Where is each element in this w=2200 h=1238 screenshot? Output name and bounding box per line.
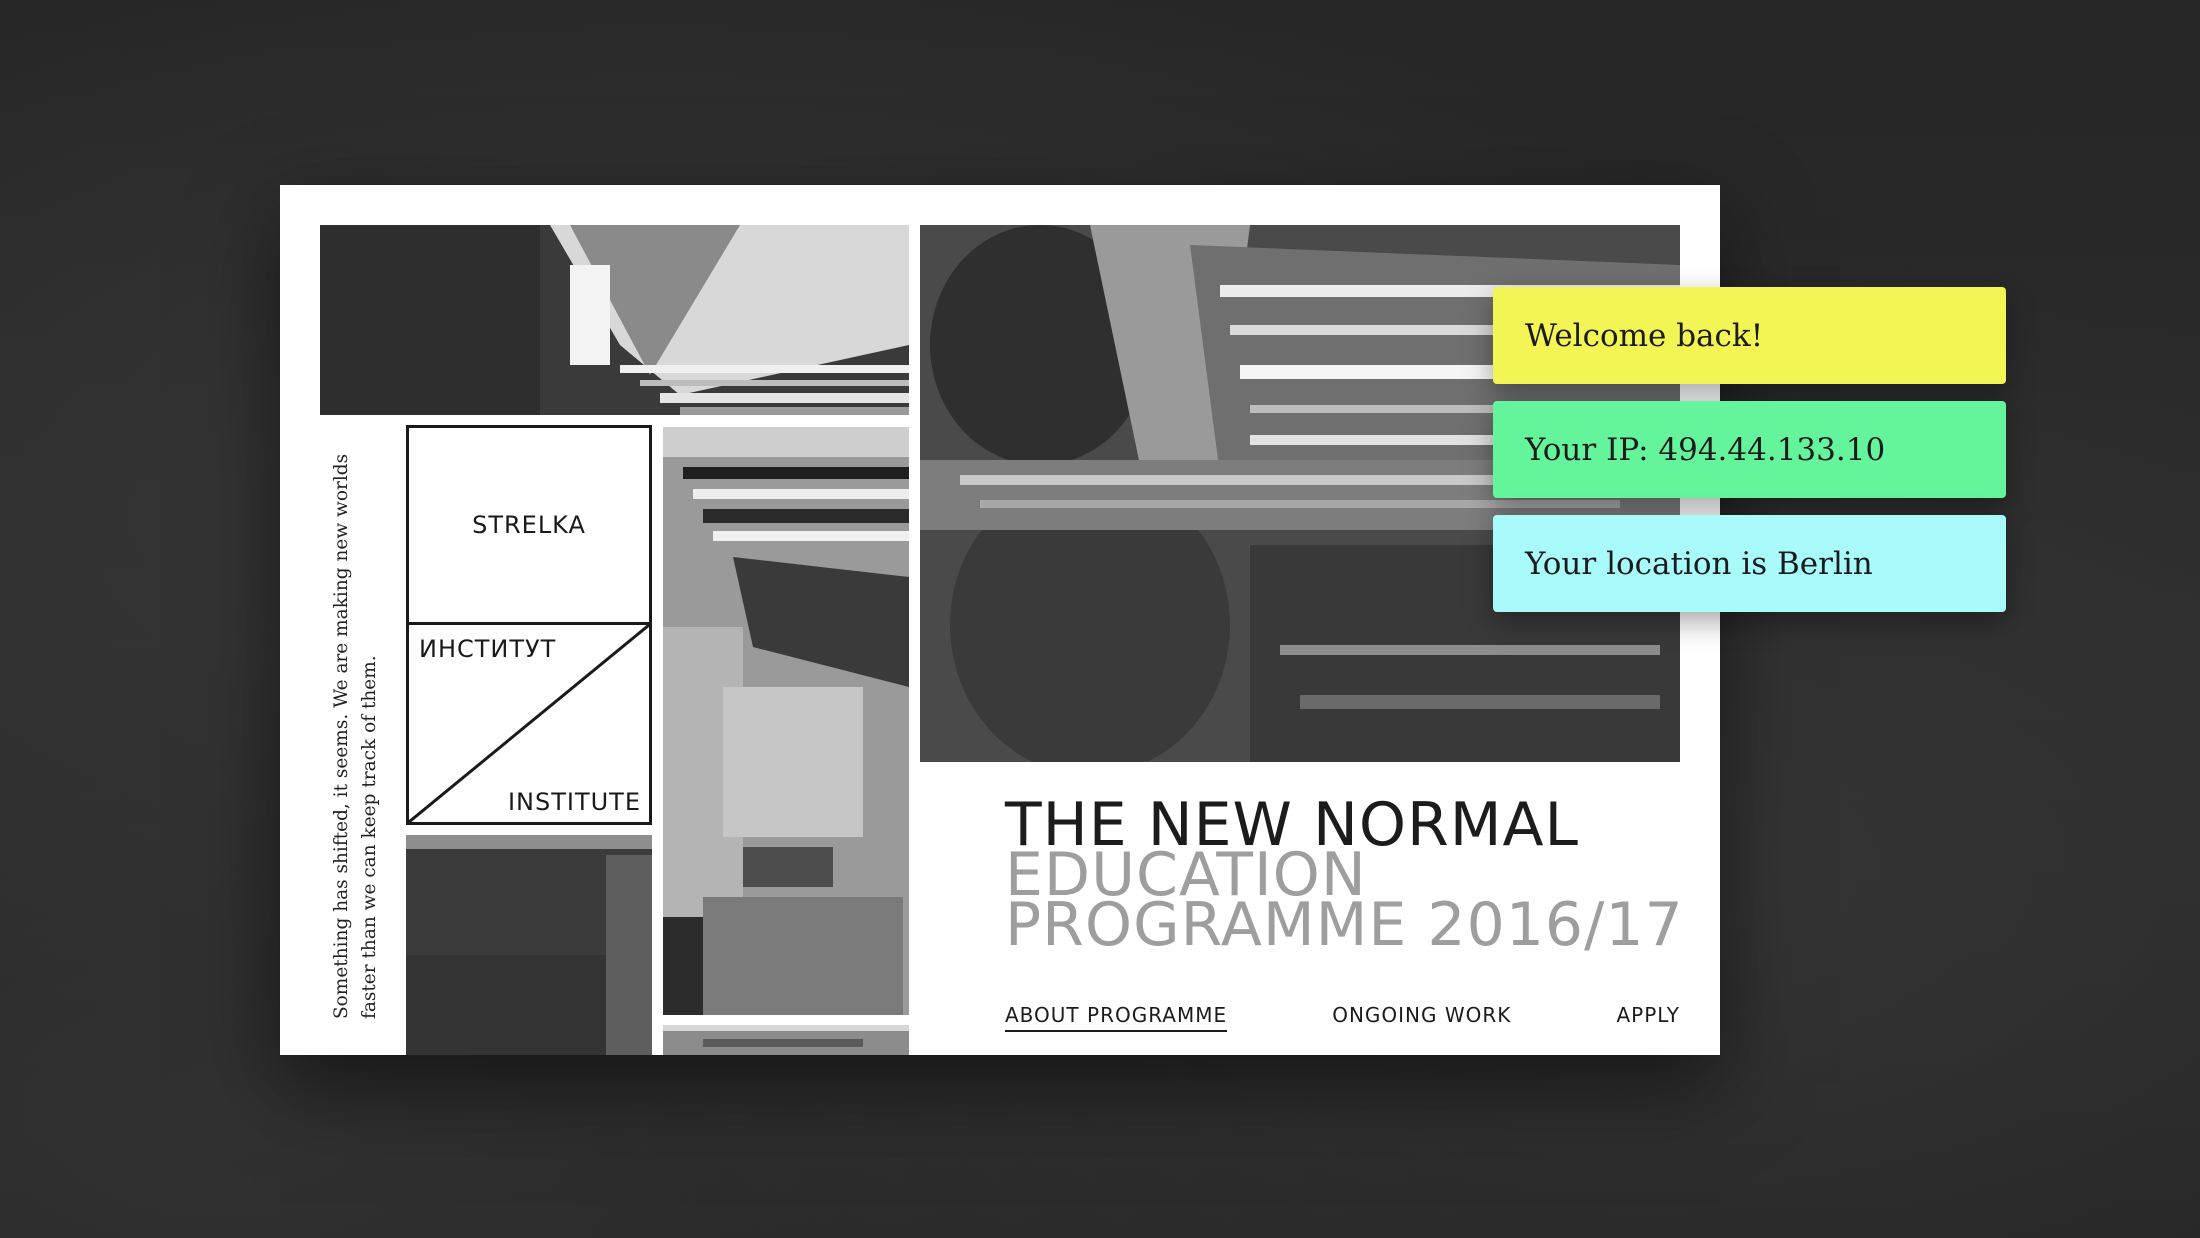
- main-nav: ABOUT PROGRAMME ONGOING WORK APPLY: [1005, 1003, 1680, 1032]
- tagline: Something has shifted, it seems. We are …: [320, 429, 390, 1019]
- nav-apply[interactable]: APPLY: [1616, 1003, 1680, 1032]
- location-notification[interactable]: Your location is Berlin: [1493, 515, 2006, 612]
- logo-institute-label: INSTITUTE: [507, 788, 641, 816]
- welcome-notification[interactable]: Welcome back!: [1493, 287, 2006, 384]
- glitch-image-strip: [663, 1025, 909, 1055]
- tagline-text: Something has shifted, it seems. We are …: [331, 453, 380, 1019]
- nav-about-programme[interactable]: ABOUT PROGRAMME: [1005, 1003, 1228, 1032]
- nav-ongoing-work[interactable]: ONGOING WORK: [1332, 1003, 1511, 1032]
- hero-title: THE NEW NORMAL EDUCATION PROGRAMME 2016/…: [1005, 795, 1685, 960]
- glitch-image-top: [320, 225, 909, 415]
- strelka-logo[interactable]: STRELKA ИНСТИТУТ INSTITUTE: [406, 425, 652, 825]
- ip-notification[interactable]: Your IP: 494.44.133.10: [1493, 401, 2006, 498]
- logo-strelka-label: STRELKA: [409, 428, 649, 625]
- glitch-image-bottom: [406, 835, 652, 1055]
- glitch-image-column: [663, 427, 909, 1015]
- logo-lower-block: ИНСТИТУТ INSTITUTE: [409, 625, 649, 822]
- logo-russian-label: ИНСТИТУТ: [419, 635, 557, 663]
- hero-title-line-3: PROGRAMME 2016/17: [1005, 890, 1684, 960]
